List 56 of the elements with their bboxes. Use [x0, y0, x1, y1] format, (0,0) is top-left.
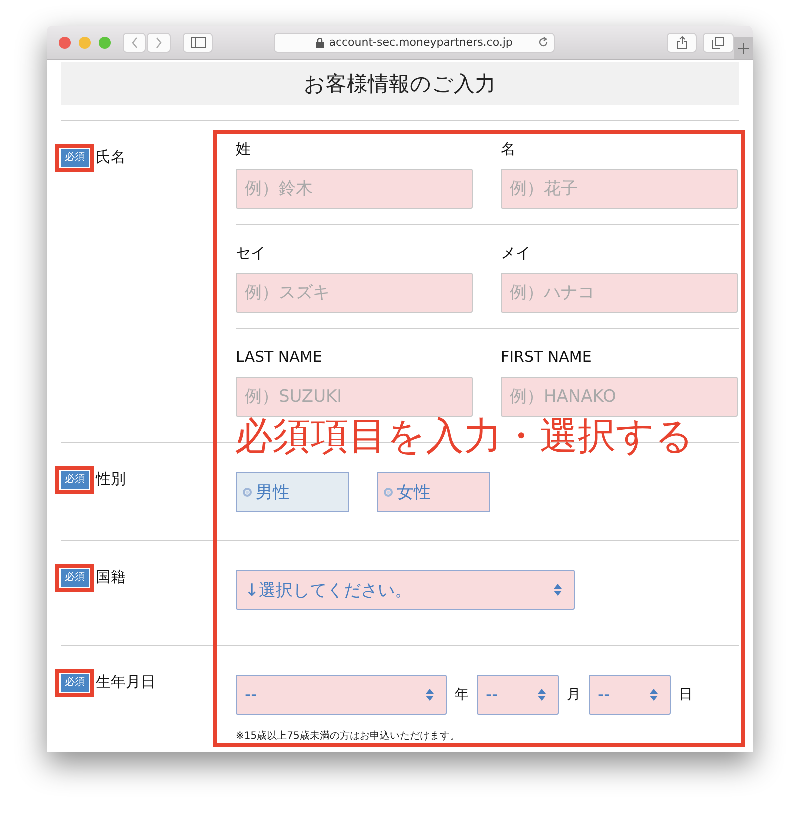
select-arrows-icon: [650, 689, 658, 701]
radio-icon: [243, 488, 252, 496]
forward-button[interactable]: [147, 32, 171, 52]
select-arrows-icon: [538, 689, 546, 701]
tabs-button[interactable]: [703, 32, 734, 52]
annotation-text: 必須項目を入力・選択する: [235, 416, 694, 458]
date-select[interactable]: --: [236, 675, 447, 715]
share-icon: [676, 36, 688, 49]
close-button[interactable]: [59, 36, 71, 48]
new-tab-button[interactable]: [734, 37, 753, 59]
chevron-left-icon: [130, 36, 139, 48]
date-select[interactable]: --: [589, 675, 671, 715]
chevron-right-icon: [155, 36, 164, 48]
radio-option[interactable]: 女性: [377, 472, 490, 512]
field-label: 名: [501, 140, 516, 160]
share-button[interactable]: [666, 32, 698, 52]
field-label: FIRST NAME: [501, 348, 592, 368]
tabs-icon: [712, 36, 724, 48]
radio-option[interactable]: 男性: [236, 472, 349, 512]
field-label: LAST NAME: [236, 348, 322, 368]
zoom-button[interactable]: [99, 36, 111, 48]
lock-icon: [316, 38, 324, 48]
sidebar-button[interactable]: [182, 32, 214, 52]
select-arrows-icon: [426, 689, 434, 701]
input-field[interactable]: 例）ハナコ: [501, 273, 738, 313]
input-field[interactable]: 例）鈴木: [236, 169, 473, 209]
field-label: メイ: [501, 244, 531, 264]
input-field[interactable]: 例）HANAKO: [501, 377, 738, 417]
field-label: セイ: [236, 244, 266, 264]
unit-label: 日: [679, 686, 693, 704]
required-badge: 必須: [61, 471, 89, 489]
required-badge: 必須: [61, 674, 89, 692]
input-field[interactable]: 例）花子: [501, 169, 738, 209]
reload-icon: [538, 37, 549, 48]
plus-icon: [738, 42, 749, 54]
country-select[interactable]: ↓選択してください。: [236, 570, 575, 610]
field-label: 氏名: [96, 148, 126, 167]
sidebar-icon: [190, 37, 206, 48]
back-button[interactable]: [123, 32, 146, 52]
radio-icon: [384, 488, 393, 496]
age-note: ※15歳以上75歳未満の方はお申込いただけます。: [236, 730, 460, 743]
field-label: 生年月日: [96, 673, 156, 692]
minimize-button[interactable]: [79, 36, 91, 48]
field-label: 性別: [96, 470, 126, 489]
field-label: 姓: [236, 140, 251, 160]
address-bar[interactable]: account-sec.moneypartners.co.jp: [274, 32, 555, 52]
unit-label: 月: [567, 686, 581, 704]
page-title: お客様情報のご入力: [304, 70, 496, 98]
input-field[interactable]: 例）SUZUKI: [236, 377, 473, 417]
unit-label: 年: [455, 686, 469, 704]
date-select[interactable]: --: [477, 675, 559, 715]
input-field[interactable]: 例）スズキ: [236, 273, 473, 313]
required-badge: 必須: [61, 149, 89, 167]
required-badge: 必須: [61, 569, 89, 587]
select-arrows-icon: [554, 584, 562, 596]
field-label: 国籍: [96, 568, 126, 587]
